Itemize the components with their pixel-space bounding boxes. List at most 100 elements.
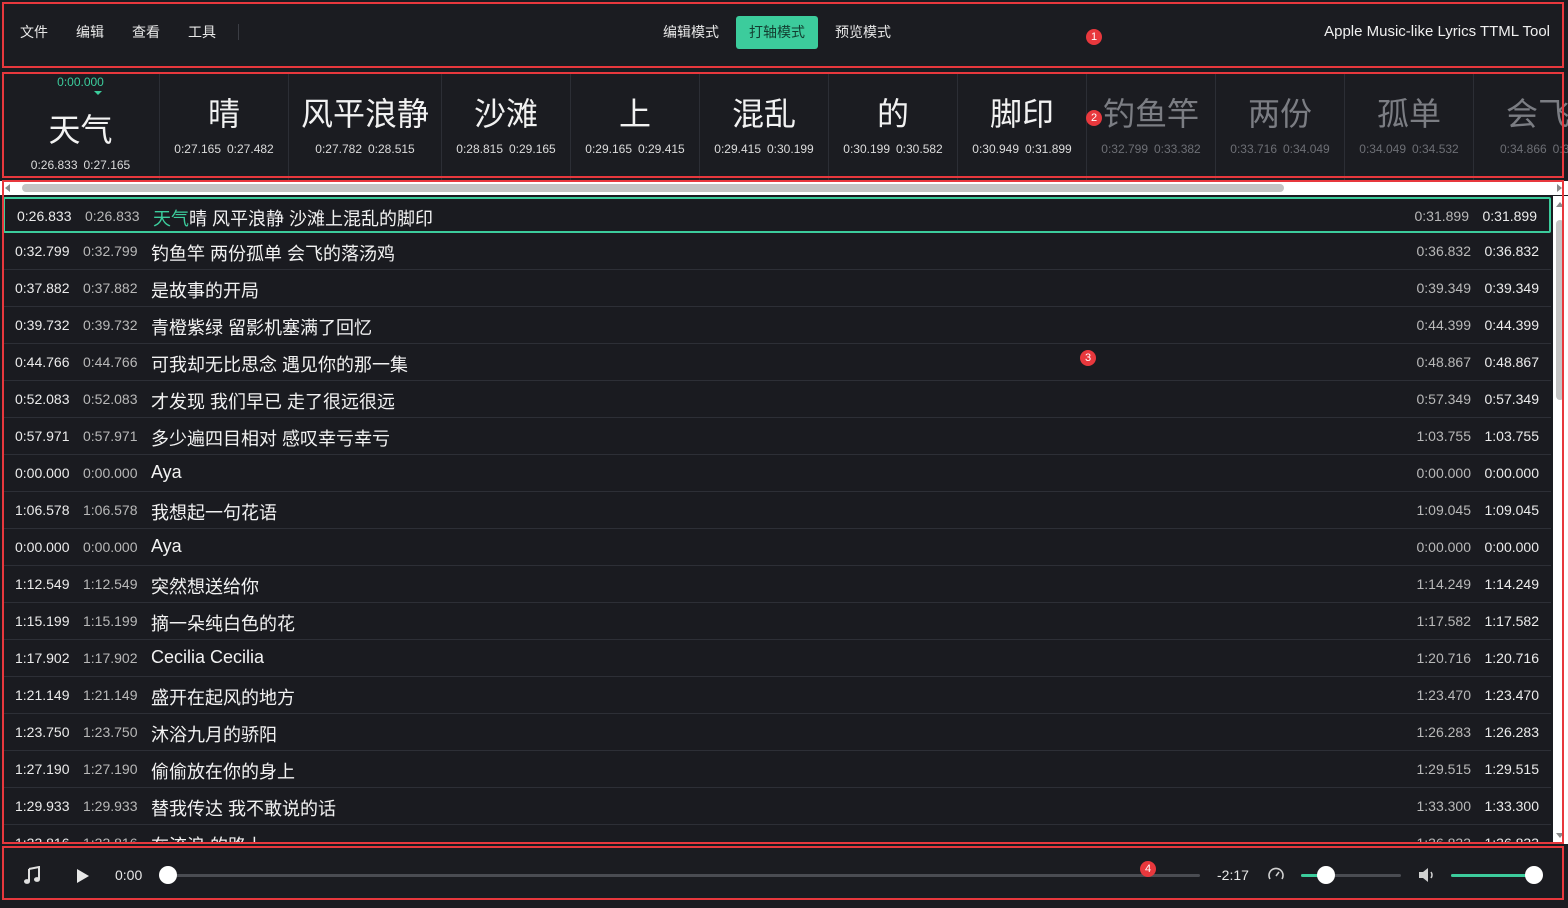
word-cell[interactable]: 脚印 0:30.949 0:31.899 [958, 72, 1087, 180]
line-last-word-time[interactable]: 1:23.470 [1417, 687, 1472, 703]
line-last-word-time[interactable]: 1:26.283 [1417, 724, 1472, 740]
menu-tools[interactable]: 工具 [188, 22, 216, 42]
line-start-time[interactable]: 1:12.549 [15, 576, 70, 592]
word-cell[interactable]: 孤单 0:34.049 0:34.532 [1345, 72, 1474, 180]
line-first-word-time[interactable]: 0:44.766 [83, 354, 138, 370]
menu-file[interactable]: 文件 [20, 22, 48, 42]
lyric-line-row[interactable]: 0:44.766 0:44.766 可我却无比思念 遇见你的那一集 0:48.867 0… [3, 345, 1551, 381]
line-last-word-time[interactable]: 1:29.515 [1417, 761, 1472, 777]
lyric-line-row[interactable]: 0:37.882 0:37.882 是故事的开局 0:39.349 0:39.349 [3, 271, 1551, 307]
line-last-word-time[interactable]: 0:00.000 [1417, 539, 1472, 555]
word-end-time[interactable]: 0:27.165 [84, 158, 131, 172]
line-last-word-time[interactable]: 1:17.582 [1417, 613, 1472, 629]
line-end-time[interactable]: 1:14.249 [1485, 576, 1540, 592]
scroll-up-arrow-icon[interactable] [1556, 202, 1564, 207]
line-start-time[interactable]: 1:06.578 [15, 502, 70, 518]
line-first-word-time[interactable]: 0:26.833 [85, 208, 140, 224]
line-end-time[interactable]: 1:29.515 [1485, 761, 1540, 777]
line-start-time[interactable]: 0:26.833 [17, 208, 72, 224]
mode-edit-button[interactable]: 编辑模式 [650, 16, 732, 49]
line-end-time[interactable]: 1:26.283 [1485, 724, 1540, 740]
lyric-line-row[interactable]: 0:00.000 0:00.000 Aya 0:00.000 0:00.000 [3, 456, 1551, 492]
lyric-line-row[interactable]: 0:57.971 0:57.971 多少遍四目相对 感叹幸亏幸亏 1:03.755 1:… [3, 419, 1551, 455]
line-start-time[interactable]: 1:21.149 [15, 687, 70, 703]
scroll-left-arrow-icon[interactable] [5, 184, 10, 192]
word-end-time[interactable]: 0:35 [1553, 142, 1568, 156]
scrollbar-thumb[interactable] [22, 184, 1284, 192]
line-last-word-time[interactable]: 1:20.716 [1417, 650, 1472, 666]
lyric-line-row[interactable]: 0:52.083 0:52.083 才发现 我们早已 走了很远很远 0:57.349 0… [3, 382, 1551, 418]
line-first-word-time[interactable]: 0:57.971 [83, 428, 138, 444]
lyric-line-row[interactable]: 0:32.799 0:32.799 钓鱼竿 两份孤单 会飞的落汤鸡 0:36.832 0… [3, 234, 1551, 270]
line-end-time[interactable]: 0:57.349 [1485, 391, 1540, 407]
mode-preview-button[interactable]: 预览模式 [822, 16, 904, 49]
mode-sync-button[interactable]: 打轴模式 [736, 16, 818, 49]
word-start-time[interactable]: 0:27.782 [315, 142, 362, 156]
playback-rate-slider[interactable] [1301, 874, 1401, 877]
line-end-time[interactable]: 1:09.045 [1485, 502, 1540, 518]
line-start-time[interactable]: 1:27.190 [15, 761, 70, 777]
line-first-word-time[interactable]: 1:29.933 [83, 798, 138, 814]
word-end-time[interactable]: 0:27.482 [227, 142, 274, 156]
playback-speed-icon[interactable] [1267, 866, 1285, 884]
word-start-time[interactable]: 0:34.049 [1359, 142, 1406, 156]
line-start-time[interactable]: 1:23.750 [15, 724, 70, 740]
word-start-time[interactable]: 0:27.165 [174, 142, 221, 156]
word-cell[interactable]: 钓鱼竿 0:32.799 0:33.382 [1087, 72, 1216, 180]
lyric-line-row[interactable]: 1:15.199 1:15.199 摘一朵纯白色的花 1:17.582 1:17.582 [3, 604, 1551, 640]
play-icon[interactable] [76, 868, 90, 884]
line-start-time[interactable]: 1:29.933 [15, 798, 70, 814]
line-start-time[interactable]: 0:37.882 [15, 280, 70, 296]
word-end-time[interactable]: 0:31.899 [1025, 142, 1072, 156]
menu-view[interactable]: 查看 [132, 22, 160, 42]
scroll-right-arrow-icon[interactable] [1557, 184, 1562, 192]
line-start-time[interactable]: 0:32.799 [15, 243, 70, 259]
line-end-time[interactable]: 0:39.349 [1485, 280, 1540, 296]
line-first-word-time[interactable]: 1:12.549 [83, 576, 138, 592]
line-start-time[interactable]: 0:39.732 [15, 317, 70, 333]
word-start-time[interactable]: 0:29.165 [585, 142, 632, 156]
line-start-time[interactable]: 1:33.816 [15, 835, 70, 844]
line-first-word-time[interactable]: 0:52.083 [83, 391, 138, 407]
line-last-word-time[interactable]: 0:44.399 [1417, 317, 1472, 333]
line-first-word-time[interactable]: 0:00.000 [83, 539, 138, 555]
line-last-word-time[interactable]: 0:48.867 [1417, 354, 1472, 370]
word-end-time[interactable]: 0:34.532 [1412, 142, 1459, 156]
scrollbar-thumb[interactable] [1556, 220, 1564, 400]
line-last-word-time[interactable]: 0:00.000 [1417, 465, 1472, 481]
line-start-time[interactable]: 0:00.000 [15, 539, 70, 555]
word-cell[interactable]: 两份 0:33.716 0:34.049 [1216, 72, 1345, 180]
word-end-time[interactable]: 0:30.199 [767, 142, 814, 156]
line-end-time[interactable]: 1:03.755 [1485, 428, 1540, 444]
line-first-word-time[interactable]: 0:37.882 [83, 280, 138, 296]
seek-bar[interactable] [168, 874, 1200, 877]
word-cell[interactable]: 的 0:30.199 0:30.582 [829, 72, 958, 180]
line-last-word-time[interactable]: 0:39.349 [1417, 280, 1472, 296]
word-cell[interactable]: 混乱 0:29.415 0:30.199 [700, 72, 829, 180]
word-start-time[interactable]: 0:30.949 [972, 142, 1019, 156]
lyric-line-row[interactable]: 1:23.750 1:23.750 沐浴九月的骄阳 1:26.283 1:26.283 [3, 715, 1551, 751]
lyric-line-row[interactable]: 0:26.833 0:26.833 天气晴 风平浪静 沙滩上混乱的脚印 0:31.89… [3, 197, 1551, 233]
line-start-time[interactable]: 0:44.766 [15, 354, 70, 370]
music-note-icon[interactable] [23, 866, 41, 886]
line-first-word-time[interactable]: 1:21.149 [83, 687, 138, 703]
line-first-word-time[interactable]: 1:15.199 [83, 613, 138, 629]
line-last-word-time[interactable]: 0:31.899 [1415, 208, 1470, 224]
line-start-time[interactable]: 1:17.902 [15, 650, 70, 666]
line-end-time[interactable]: 0:36.832 [1485, 243, 1540, 259]
line-last-word-time[interactable]: 0:36.832 [1417, 243, 1472, 259]
line-last-word-time[interactable]: 0:57.349 [1417, 391, 1472, 407]
lyric-line-row[interactable]: 1:12.549 1:12.549 突然想送给你 1:14.249 1:14.249 [3, 567, 1551, 603]
lyric-line-row[interactable]: 1:33.816 1:33.816 在流浪 的路上 1:36.833 1:36.833 [3, 826, 1551, 844]
line-last-word-time[interactable]: 1:09.045 [1417, 502, 1472, 518]
line-last-word-time[interactable]: 1:33.300 [1417, 798, 1472, 814]
line-first-word-time[interactable]: 1:23.750 [83, 724, 138, 740]
word-start-time[interactable]: 0:26.833 [31, 158, 78, 172]
line-end-time[interactable]: 1:23.470 [1485, 687, 1540, 703]
word-cell[interactable]: 会飞 0:34.866 0:35 [1474, 72, 1568, 180]
word-cell[interactable]: 0:00.000 天气 0:26.833 0:27.165 [2, 72, 160, 180]
word-timeline-scrollbar[interactable] [0, 181, 1568, 195]
scroll-down-arrow-icon[interactable] [1556, 833, 1564, 838]
lines-scrollbar[interactable] [1553, 196, 1568, 844]
line-last-word-time[interactable]: 1:36.833 [1417, 835, 1472, 844]
